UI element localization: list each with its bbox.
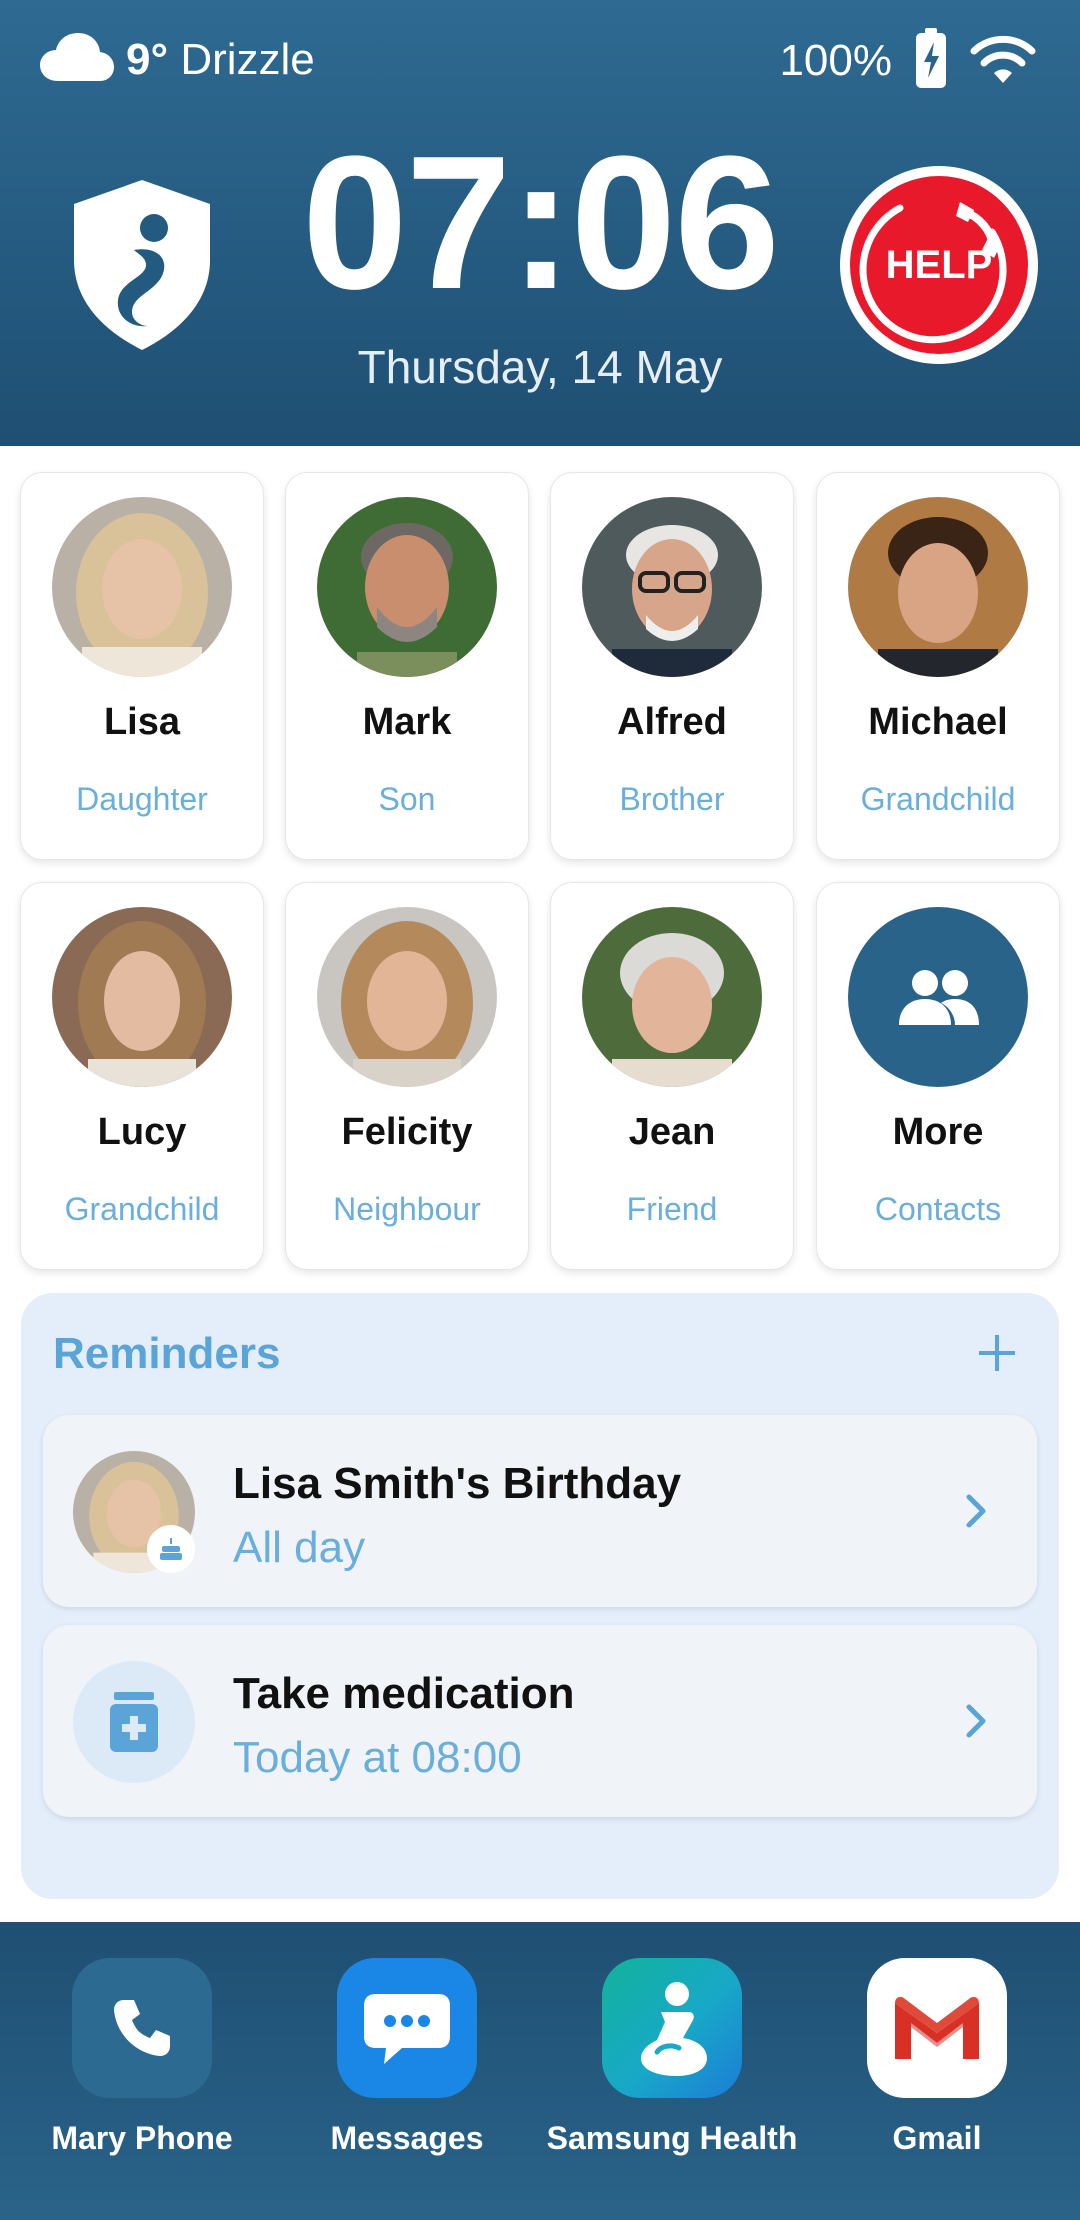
status-bar: 9° Drizzle 100%: [0, 0, 1080, 120]
contact-card-lucy[interactable]: Lucy Grandchild: [20, 882, 264, 1270]
reminders-panel: Reminders Lisa Smith's Birthday All day …: [21, 1293, 1059, 1899]
status-icons: 100%: [779, 28, 1036, 93]
avatar: [582, 907, 762, 1087]
contact-relation: Brother: [619, 781, 725, 817]
reminders-title: Reminders: [53, 1329, 281, 1378]
plus-icon: [979, 1335, 1015, 1371]
battery-charging-icon: [916, 28, 946, 93]
contact-relation: Grandchild: [64, 1191, 220, 1227]
dock-app-label: Samsung Health: [546, 2120, 798, 2156]
contact-relation: Neighbour: [333, 1191, 481, 1227]
contact-card-michael[interactable]: Michael Grandchild: [816, 472, 1060, 860]
contact-card-jean[interactable]: Jean Friend: [550, 882, 794, 1270]
avatar: [582, 497, 762, 677]
reminder-title: Lisa Smith's Birthday: [233, 1459, 682, 1508]
gmail-icon: [867, 1958, 1007, 2098]
help-button[interactable]: HELP: [840, 166, 1038, 364]
health-icon: [602, 1958, 742, 2098]
weather-condition: Drizzle: [180, 35, 315, 84]
app-dock: Mary Phone Messages Samsung Health Gmail: [0, 1922, 1080, 2220]
reminder-item[interactable]: Take medication Today at 08:00: [43, 1625, 1037, 1817]
avatar: [317, 497, 497, 677]
messages-icon: [337, 1958, 477, 2098]
medication-icon: [73, 1661, 195, 1783]
clock-time[interactable]: 07:06: [290, 128, 790, 318]
avatar: [73, 1451, 195, 1573]
temperature: 9°: [126, 35, 169, 84]
cloud-icon: [40, 32, 114, 88]
dock-app-gmail[interactable]: Gmail: [807, 1958, 1067, 2198]
dock-app-label: Messages: [330, 2120, 484, 2156]
reminder-item[interactable]: Lisa Smith's Birthday All day: [43, 1415, 1037, 1607]
dock-app-label: Mary Phone: [51, 2120, 233, 2156]
contact-card-more[interactable]: More Contacts: [816, 882, 1060, 1270]
battery-percent: 100%: [779, 35, 892, 85]
avatar: [52, 907, 232, 1087]
add-reminder-button[interactable]: [965, 1321, 1029, 1385]
reminder-subtitle: Today at 08:00: [233, 1733, 522, 1782]
contact-relation: Contacts: [874, 1191, 1002, 1227]
avatar: [317, 907, 497, 1087]
contact-name: Michael: [868, 701, 1008, 743]
shield-logo-icon: [74, 180, 210, 350]
avatar: [848, 497, 1028, 677]
reminder-subtitle: All day: [233, 1523, 366, 1572]
contact-name: Mark: [362, 701, 452, 743]
contact-card-mark[interactable]: Mark Son: [285, 472, 529, 860]
contact-name: Lucy: [97, 1111, 187, 1153]
cake-icon: [147, 1525, 195, 1573]
help-label: HELP: [885, 242, 993, 287]
phone-icon: [72, 1958, 212, 2098]
contact-relation: Daughter: [76, 781, 208, 817]
dock-app-phone[interactable]: Mary Phone: [12, 1958, 272, 2198]
avatar: [52, 497, 232, 677]
contact-relation: Friend: [626, 1191, 718, 1227]
contact-name: Lisa: [103, 701, 181, 743]
contact-relation: Grandchild: [860, 781, 1016, 817]
chevron-right-icon: [965, 1491, 989, 1536]
contact-name: More: [892, 1111, 984, 1153]
dock-app-label: Gmail: [892, 2120, 982, 2156]
contact-name: Jean: [628, 1111, 716, 1153]
clock-date: Thursday, 14 May: [357, 341, 723, 393]
contact-relation: Son: [378, 781, 436, 817]
dock-app-messages[interactable]: Messages: [277, 1958, 537, 2198]
group-icon: [848, 907, 1028, 1087]
contact-card-felicity[interactable]: Felicity Neighbour: [285, 882, 529, 1270]
chevron-right-icon: [965, 1701, 989, 1746]
contact-name: Alfred: [617, 701, 727, 743]
weather-widget[interactable]: 9° Drizzle: [40, 30, 315, 90]
contact-card-alfred[interactable]: Alfred Brother: [550, 472, 794, 860]
header: 9° Drizzle 100% 07:06 Thursday, 14 May H…: [0, 0, 1080, 446]
wifi-icon: [970, 33, 1036, 88]
contact-name: Felicity: [341, 1111, 473, 1153]
dock-app-samsung-health[interactable]: Samsung Health: [542, 1958, 802, 2198]
contact-card-lisa[interactable]: Lisa Daughter: [20, 472, 264, 860]
reminder-title: Take medication: [233, 1669, 575, 1718]
